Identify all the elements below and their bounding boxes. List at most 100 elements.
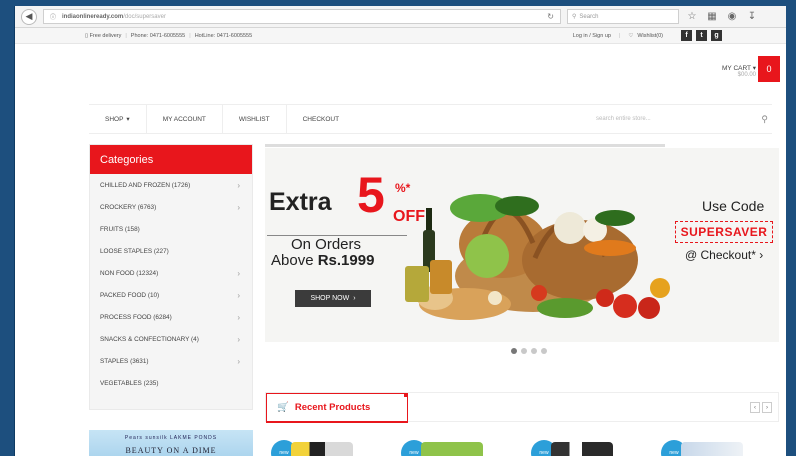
wishlist-link[interactable]: Wishlist(0) [637,33,663,39]
product-card[interactable]: new [271,436,361,456]
slider-dots [511,348,547,354]
cart-summary[interactable]: MY CART ▾ $00.00 [722,64,756,78]
category-label: SNACKS & CONFECTIONARY (4) [100,336,199,344]
clipboard-icon[interactable]: ▦ [705,11,719,22]
twitter-icon[interactable]: t [696,30,707,41]
shield-icon[interactable]: ◉ [725,11,739,22]
promo-ad[interactable]: Pears sunsilk LAKME PONDS BEAUTY ON A DI… [89,430,253,456]
chevron-right-icon: › [237,202,240,212]
banner-off: OFF [393,208,425,225]
star-icon[interactable]: ☆ [685,11,699,22]
download-icon[interactable]: ↧ [745,11,759,22]
nav-wishlist[interactable]: WISHLIST [223,105,287,133]
banner-checkout-text: @ Checkout* [685,248,756,262]
chevron-right-icon: › [237,335,240,345]
divider: | [618,32,621,39]
cart-icon: 🛒 [277,402,289,413]
tab-corner [404,393,408,397]
product-image [681,442,743,456]
categories-title: Categories [90,145,252,174]
divider: | [125,32,127,39]
banner-divider [265,144,665,147]
browser-search-input[interactable]: ⚲ Search [567,9,679,24]
store-search-input[interactable]: search entire store... ⚲ [596,114,772,125]
product-image [291,442,353,456]
recent-products-title: Recent Products [294,402,371,413]
shop-now-label: SHOP NOW [310,295,350,302]
caret-down-icon: ▾ [126,116,130,123]
category-item[interactable]: CHILLED AND FROZEN (1726) › [90,174,252,196]
slider-dot-2[interactable] [521,348,527,354]
category-item[interactable]: FRUITS (158) [90,218,252,240]
category-label: FRUITS (158) [100,225,140,233]
category-item[interactable]: STAPLES (3631) › [90,351,252,373]
url-bar[interactable]: ⓘ indiaonlineready.com/doc/supersaver ↻ [43,9,561,24]
login-link[interactable]: Log in / Sign up [573,33,611,39]
chevron-right-icon: › [237,291,240,301]
banner-above-amount: Rs.1999 [317,252,375,269]
category-label: PACKED FOOD (10) [100,292,160,300]
recent-products-header: 🛒 Recent Products ‹ › [265,392,779,423]
category-label: VEGETABLES (235) [100,380,159,388]
nav-wishlist-label: WISHLIST [238,115,270,123]
delivery-text: Free delivery [89,32,122,39]
chevron-right-icon: › [237,357,240,367]
banner-promo-code: SUPERSAVER [675,221,773,243]
google-plus-icon[interactable]: g [711,30,722,41]
main-nav: SHOP ▾ MY ACCOUNT WISHLIST CHECKOUT searc… [89,104,772,134]
info-icon: ⓘ [50,15,57,21]
category-label: PROCESS FOOD (6284) [100,314,172,322]
category-label: NON FOOD (12324) [100,269,159,277]
facebook-icon[interactable]: f [681,30,692,41]
nav-checkout-label: CHECKOUT [302,115,340,123]
nav-my-account[interactable]: MY ACCOUNT [147,105,223,133]
search-icon[interactable]: ⚲ [761,114,768,125]
category-item[interactable]: PACKED FOOD (10) › [90,284,252,306]
banner-above-prefix: Above [271,252,314,269]
chevron-right-icon: › [237,180,240,190]
category-label: CHILLED AND FROZEN (1726) [100,181,191,189]
nav-shop[interactable]: SHOP ▾ [89,105,147,133]
product-card[interactable]: new [401,436,491,456]
hero-banner[interactable]: Extra 5 %* OFF On Orders Above Rs.1999 S… [265,148,779,342]
search-icon: ⚲ [572,14,577,20]
nav-my-account-label: MY ACCOUNT [162,115,206,123]
chevron-right-icon: › [353,295,356,302]
slider-dot-1[interactable] [511,348,517,354]
categories-panel: Categories CHILLED AND FROZEN (1726) › CRO… [89,144,253,410]
chevron-right-icon: › [237,313,240,323]
cart-count-button[interactable]: 0 [758,56,780,82]
category-item[interactable]: NON FOOD (12324) › [90,262,252,284]
slider-dot-4[interactable] [541,348,547,354]
category-label: CROCKERY (6763) [100,203,157,211]
prev-arrow-icon[interactable]: ‹ [750,402,760,413]
reload-icon[interactable]: ↻ [547,12,554,21]
recent-products-pager: ‹ › [750,402,772,413]
chevron-down-icon: ▾ [752,65,756,72]
product-card[interactable]: new [531,436,621,456]
site-header: MY CART ▾ $00.00 0 [15,44,786,104]
banner-above: Above Rs.1999 [271,252,374,269]
divider: | [189,32,191,39]
category-item[interactable]: VEGETABLES (235) [90,373,252,395]
product-card[interactable]: new [661,436,751,456]
next-arrow-icon[interactable]: › [762,402,772,413]
browser-window: ◀ ⓘ indiaonlineready.com/doc/supersaver … [14,6,786,456]
shop-now-button[interactable]: SHOP NOW › [295,290,371,307]
recent-products-tab[interactable]: 🛒 Recent Products [266,393,408,423]
nav-checkout[interactable]: CHECKOUT [287,105,355,133]
category-item[interactable]: PROCESS FOOD (6284) › [90,307,252,329]
category-label: LOOSE STAPLES (227) [100,247,169,255]
hotline-text: HotLine: 0471-6005555 [194,32,253,39]
category-item[interactable]: LOOSE STAPLES (227) [90,240,252,262]
category-label: STAPLES (3631) [100,358,149,366]
back-icon[interactable]: ◀ [21,8,37,25]
banner-percent: %* [395,181,411,195]
category-item[interactable]: CROCKERY (6763) › [90,196,252,218]
banner-use-code: Use Code [702,198,765,214]
url-path: /doc/supersaver [123,13,166,20]
banner-on-orders: On Orders [291,236,362,253]
slider-dot-3[interactable] [531,348,537,354]
banner-checkout: @ Checkout* › [685,248,763,262]
category-item[interactable]: SNACKS & CONFECTIONARY (4) › [90,329,252,351]
